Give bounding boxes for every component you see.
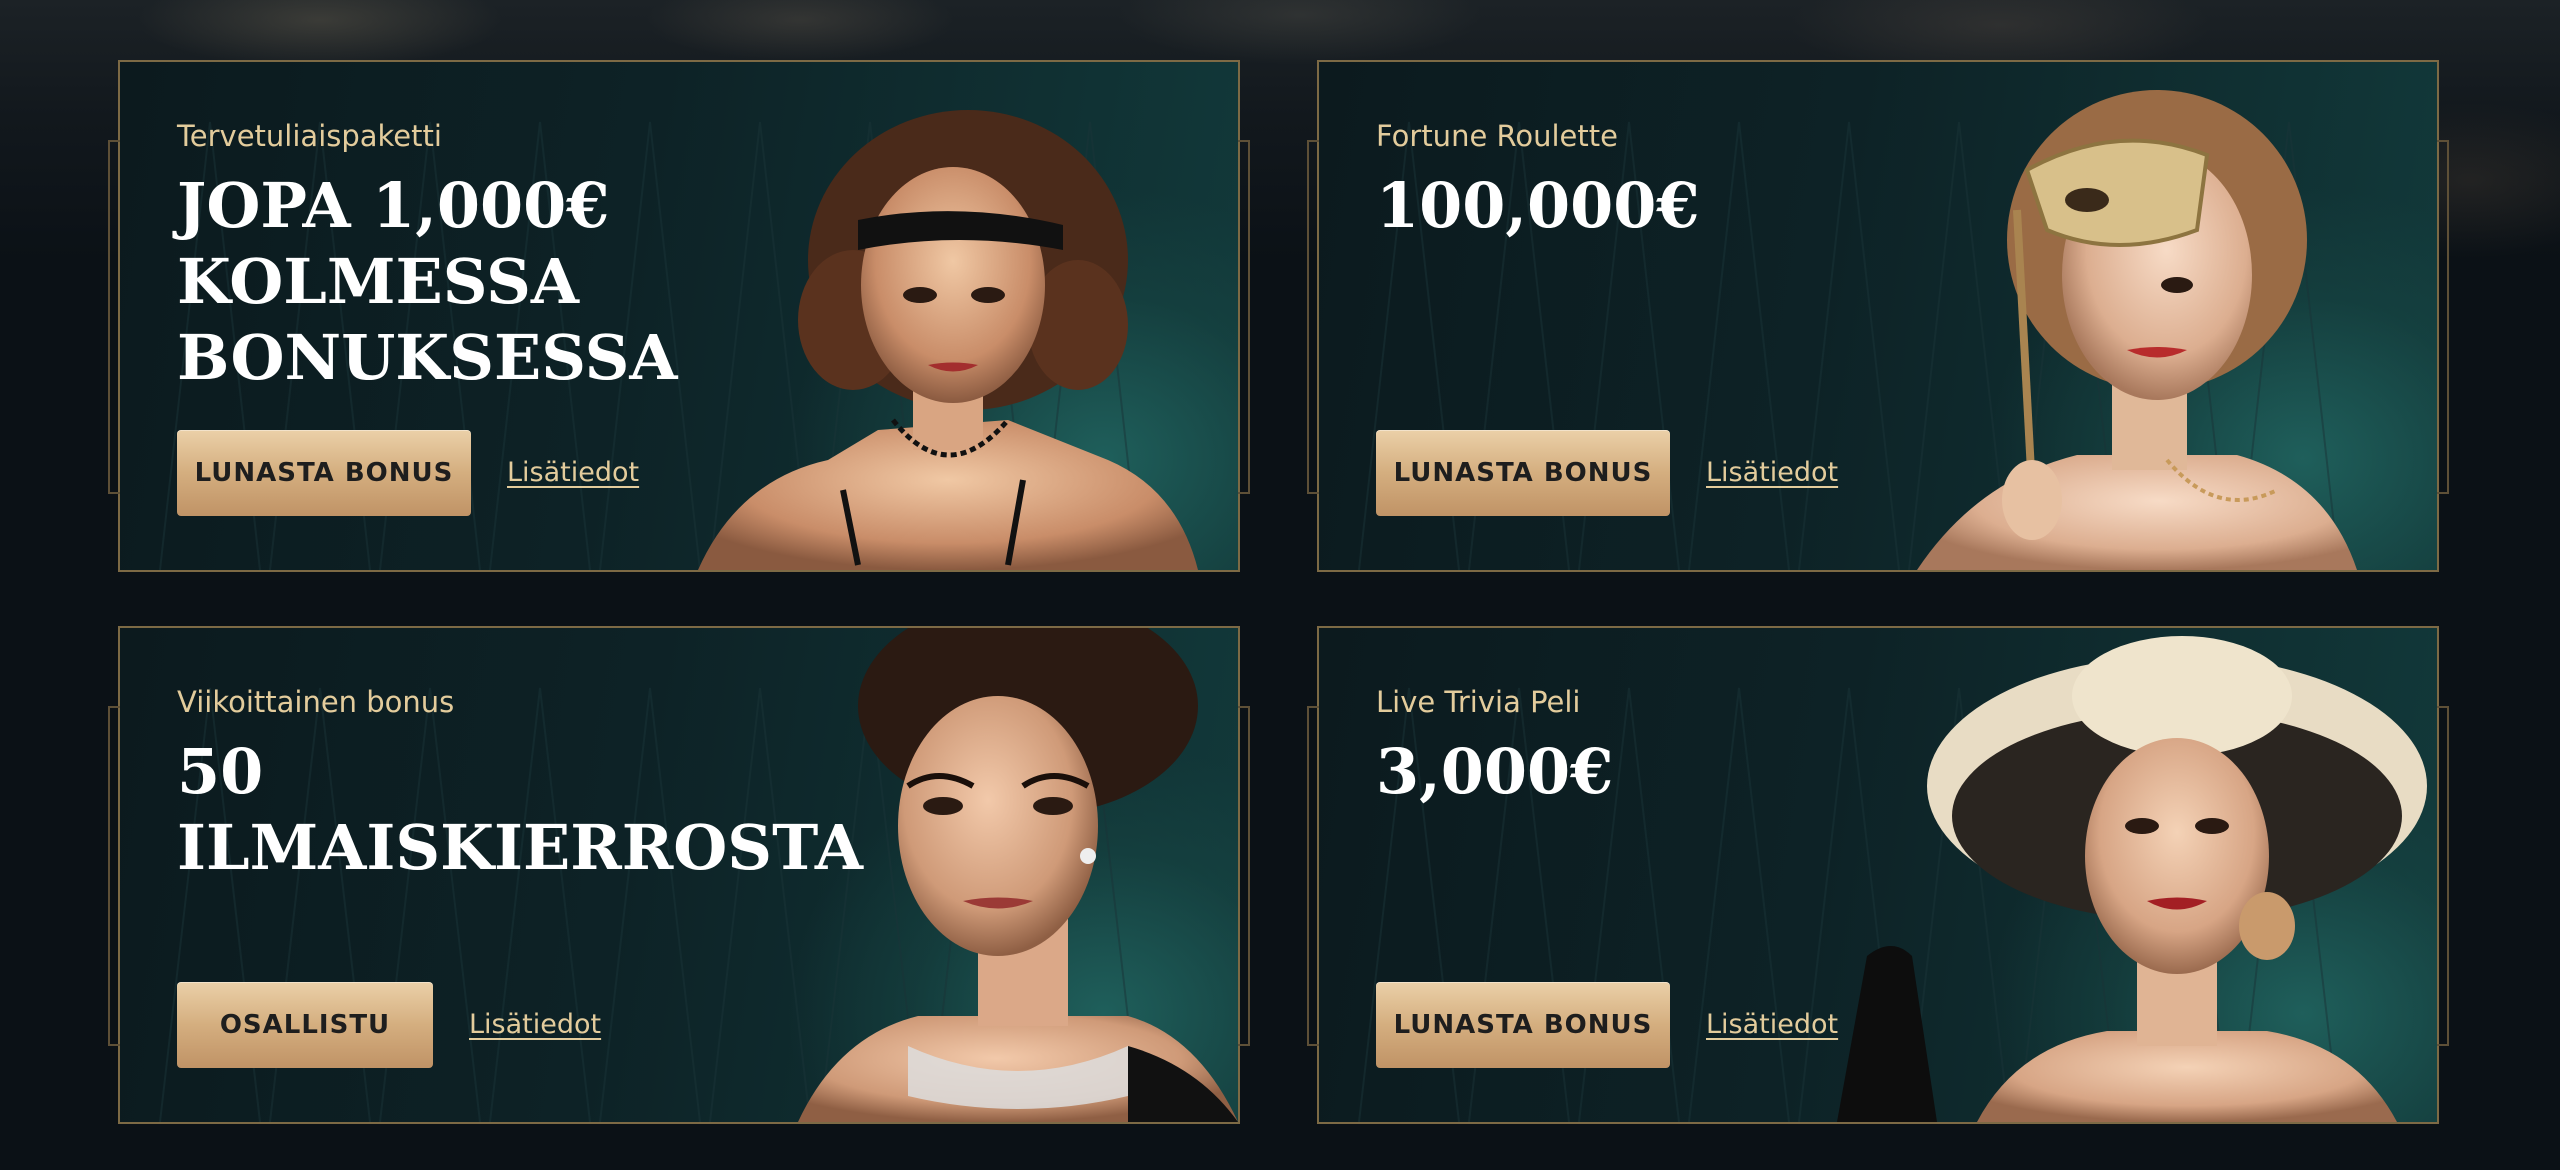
- more-info-link[interactable]: Lisätiedot: [1706, 430, 1838, 516]
- claim-bonus-button[interactable]: LUNASTA BONUS: [177, 430, 471, 516]
- promo-title-line: 100,000€: [1376, 169, 1700, 242]
- frame-bracket-right: [2437, 140, 2449, 494]
- woman-pearl-necklace-image: [798, 628, 1238, 1122]
- claim-bonus-button[interactable]: LUNASTA BONUS: [1376, 982, 1670, 1068]
- frame-bracket-left: [1307, 706, 1319, 1046]
- frame-bracket-left: [108, 706, 120, 1046]
- promo-title: 50 ILMAISKIERROSTA: [177, 734, 863, 886]
- more-info-link[interactable]: Lisätiedot: [469, 982, 601, 1068]
- promo-title: 100,000€: [1376, 168, 1976, 244]
- promo-card-welcome-package: Tervetuliaispaketti JOPA 1,000€ KOLMESSA…: [108, 60, 1250, 572]
- frame-bracket-right: [2437, 706, 2449, 1046]
- promo-title-line: ILMAISKIERROSTA: [177, 811, 863, 884]
- promo-title-line: BONUKSESSA: [177, 321, 678, 394]
- promo-label: Fortune Roulette: [1376, 119, 1618, 153]
- claim-bonus-button[interactable]: LUNASTA BONUS: [1376, 430, 1670, 516]
- promo-title: 3,000€: [1376, 734, 1976, 810]
- promo-card-fortune-roulette: Fortune Roulette 100,000€ LUNASTA BONUS …: [1307, 60, 2449, 572]
- frame-bracket-right: [1238, 140, 1250, 494]
- promo-card-weekly-bonus: Viikoittainen bonus 50 ILMAISKIERROSTA O…: [108, 626, 1250, 1124]
- more-info-link[interactable]: Lisätiedot: [1706, 982, 1838, 1068]
- woman-masquerade-mask-image: [1917, 90, 2357, 570]
- participate-button[interactable]: OSALLISTU: [177, 982, 433, 1068]
- promo-title-line: 50: [177, 735, 264, 808]
- promo-title-line: JOPA 1,000€: [177, 169, 610, 242]
- promo-label: Viikoittainen bonus: [177, 685, 455, 719]
- frame-bracket-left: [108, 140, 120, 494]
- frame-bracket-right: [1238, 706, 1250, 1046]
- promo-card-live-trivia: Live Trivia Peli 3,000€ LUNASTA BONUS Li…: [1307, 626, 2449, 1124]
- promo-title: JOPA 1,000€ KOLMESSA BONUKSESSA: [177, 168, 777, 396]
- woman-wide-hat-image: [1837, 636, 2427, 1122]
- promo-title-line: KOLMESSA: [177, 245, 580, 318]
- promo-title-line: 3,000€: [1376, 735, 1614, 808]
- promo-label: Tervetuliaispaketti: [177, 119, 442, 153]
- frame-bracket-left: [1307, 140, 1319, 494]
- more-info-link[interactable]: Lisätiedot: [507, 430, 639, 516]
- promo-label: Live Trivia Peli: [1376, 685, 1581, 719]
